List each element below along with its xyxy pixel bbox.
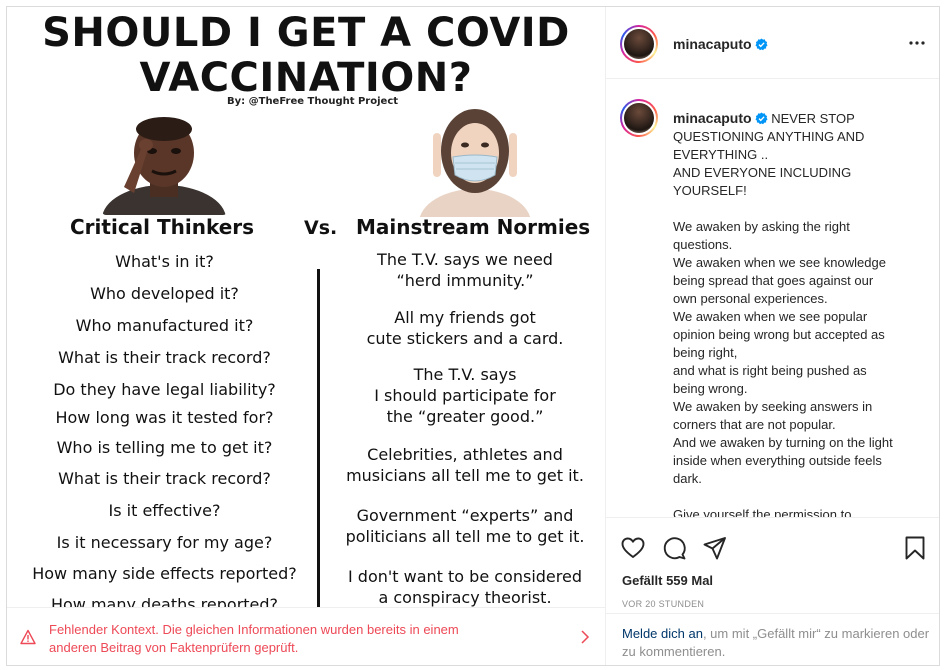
- fact-check-text: Fehlender Kontext. Die gleichen Informat…: [49, 621, 529, 657]
- answer-line: “herd immunity.”: [396, 271, 534, 290]
- versus-label: Vs.: [304, 217, 338, 239]
- critical-thinker-photo: [102, 107, 227, 215]
- question-item: How many side effects reported?: [32, 564, 297, 583]
- caption-line: being right,: [673, 345, 738, 360]
- answer-line: politicians all tell me to get it.: [345, 527, 585, 546]
- caption-line: AND EVERYONE INCLUDING: [673, 165, 852, 180]
- answer-item: All my friends got cute stickers and a c…: [325, 307, 605, 349]
- likes-count[interactable]: Gefällt 559 Mal: [622, 573, 713, 588]
- avatar[interactable]: [620, 25, 658, 63]
- mainstream-normies-heading: Mainstream Normies: [356, 215, 591, 239]
- caption-line: We awaken by seeking answers in: [673, 399, 873, 414]
- login-prompt-text: Melde dich an, um mit „Gefällt mir“ zu m…: [622, 625, 932, 661]
- heart-icon[interactable]: [620, 535, 646, 561]
- post-caption: minacaputo NEVER STOP QUESTIONING ANYTHI…: [673, 109, 928, 517]
- answer-line: I don't want to be considered: [347, 567, 582, 586]
- question-item: What is their track record?: [58, 469, 271, 488]
- meme-byline: By: @TheFree Thought Project: [227, 96, 399, 107]
- post-actions: Gefällt 559 Mal VOR 20 STUNDEN: [606, 517, 939, 623]
- question-item: What's in it?: [115, 252, 214, 271]
- answer-line: musicians all tell me to get it.: [346, 466, 584, 485]
- question-item: Is it effective?: [108, 501, 221, 520]
- question-item: Who manufactured it?: [75, 316, 254, 335]
- answer-line: All my friends got: [394, 308, 536, 327]
- caption-line: and what is right being pushed as: [673, 363, 867, 378]
- caption-line: QUESTIONING ANYTHING AND: [673, 129, 865, 144]
- answer-line: the “greater good.”: [386, 407, 544, 426]
- caption-line: YOURSELF!: [673, 183, 747, 198]
- caption-line: We awaken when we see popular: [673, 309, 868, 324]
- meme-title-line2: VACCINATION?: [139, 55, 473, 101]
- answer-item: The T.V. says we need “herd immunity.”: [325, 249, 605, 291]
- post-image[interactable]: SHOULD I GET A COVID VACCINATION? By: @T…: [7, 7, 605, 607]
- answer-line: The T.V. says: [413, 365, 517, 384]
- answer-line: Celebrities, athletes and: [367, 445, 563, 464]
- question-item: How long was it tested for?: [55, 408, 274, 427]
- answer-line: a conspiracy theorist.: [378, 588, 552, 607]
- answer-item: Celebrities, athletes and musicians all …: [325, 444, 605, 486]
- verified-badge-icon: [755, 38, 768, 51]
- answer-line: cute stickers and a card.: [366, 329, 564, 348]
- username-text[interactable]: minacaputo: [673, 36, 752, 52]
- caption-line: NEVER STOP: [771, 111, 855, 126]
- question-item: Who developed it?: [90, 284, 239, 303]
- answer-line: Government “experts” and: [356, 506, 574, 525]
- caption-area[interactable]: minacaputo NEVER STOP QUESTIONING ANYTHI…: [606, 79, 939, 517]
- caption-line: own personal experiences.: [673, 291, 828, 306]
- caption-avatar[interactable]: [620, 99, 658, 137]
- meme-title-line1: SHOULD I GET A COVID: [42, 10, 570, 56]
- post-sidebar: minacaputo minacaputo NEVER STOP QUESTIO…: [605, 7, 939, 665]
- share-icon[interactable]: [702, 535, 728, 561]
- caption-line: dark.: [673, 471, 702, 486]
- question-item: How many deaths reported?: [50, 595, 279, 607]
- answer-line: I should participate for: [374, 386, 556, 405]
- chevron-right-icon[interactable]: [579, 629, 591, 645]
- question-item: Do they have legal liability?: [53, 380, 276, 399]
- question-item: Who is telling me to get it?: [56, 438, 273, 457]
- fact-check-line: Fehlender Kontext. Die gleichen Informat…: [49, 622, 459, 637]
- caption-line: We awaken by asking the right: [673, 219, 850, 234]
- verified-badge-icon: [755, 112, 768, 125]
- caption-line: Give yourself the permission to: [673, 507, 852, 517]
- fact-check-line: anderen Beitrag von Faktenprüfern geprüf…: [49, 640, 299, 655]
- login-prompt: Melde dich an, um mit „Gefällt mir“ zu m…: [606, 613, 939, 665]
- caption-line: EVERYTHING ..: [673, 147, 769, 162]
- caption-line: being wrong.: [673, 381, 748, 396]
- answer-item: Government “experts” and politicians all…: [325, 505, 605, 547]
- caption-line: questions.: [673, 237, 733, 252]
- post-timestamp[interactable]: VOR 20 STUNDEN: [622, 599, 704, 609]
- answer-line: The T.V. says we need: [377, 250, 553, 269]
- fact-check-banner[interactable]: Fehlender Kontext. Die gleichen Informat…: [7, 607, 605, 665]
- answer-item: The T.V. says I should participate for t…: [325, 364, 605, 427]
- question-item: What is their track record?: [58, 348, 271, 367]
- question-item: Is it necessary for my age?: [56, 533, 273, 552]
- caption-username[interactable]: minacaputo: [673, 110, 752, 126]
- caption-line: And we awaken by turning on the light: [673, 435, 893, 450]
- login-link[interactable]: Melde dich an: [622, 626, 703, 641]
- caption-line: corners that are not popular.: [673, 417, 836, 432]
- caption-line: opinion being wrong but accepted as: [673, 327, 885, 342]
- header-username[interactable]: minacaputo: [673, 36, 768, 52]
- warning-triangle-icon: [20, 629, 36, 645]
- comment-icon[interactable]: [661, 535, 687, 561]
- caption-line: being spread that goes against our: [673, 273, 874, 288]
- caption-line: We awaken when we see knowledge: [673, 255, 886, 270]
- more-options-icon[interactable]: [906, 35, 928, 51]
- critical-thinkers-heading: Critical Thinkers: [70, 215, 255, 239]
- instagram-post: SHOULD I GET A COVID VACCINATION? By: @T…: [6, 6, 940, 666]
- bookmark-icon[interactable]: [902, 535, 928, 561]
- caption-line: inside when everything outside feels: [673, 453, 882, 468]
- answer-item: I don't want to be considered a conspira…: [325, 566, 605, 607]
- post-header: minacaputo: [606, 7, 939, 79]
- mainstream-normie-photo: [415, 107, 535, 217]
